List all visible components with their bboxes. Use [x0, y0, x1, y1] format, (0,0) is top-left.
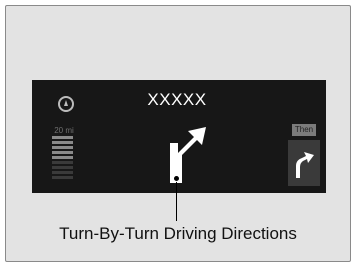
meter-bar [52, 161, 73, 164]
caption: Turn-By-Turn Driving Directions [59, 224, 297, 243]
meter-bar [52, 171, 73, 174]
distance-meter [52, 136, 73, 181]
callout-dot [173, 175, 180, 182]
meter-bar [52, 151, 73, 154]
meter-bar [52, 176, 73, 179]
distance-label: 20 mi [54, 126, 74, 135]
meter-bar [52, 136, 73, 139]
street-name: XXXXX [147, 90, 207, 109]
then-label: Then [292, 124, 316, 136]
meter-bar [52, 146, 73, 149]
meter-bar [52, 166, 73, 169]
next-turn-panel [288, 140, 320, 186]
compass-icon [58, 96, 74, 112]
callout-leader-line [176, 179, 177, 221]
turn-right-arrow-icon [170, 127, 206, 183]
next-turn-arrow-icon [296, 152, 314, 178]
meter-bar [52, 141, 73, 144]
meter-bar [52, 156, 73, 159]
